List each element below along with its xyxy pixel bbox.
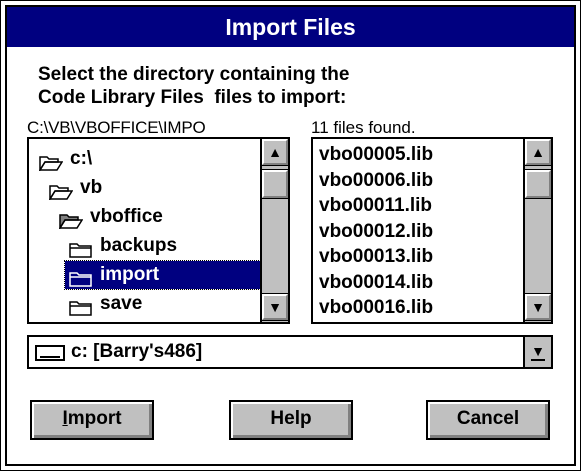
directory-item-label: c:\ [70, 148, 93, 169]
cancel-button-label: Cancel [456, 408, 520, 429]
directory-item[interactable]: c:\ [35, 145, 235, 173]
directory-scrollbar[interactable]: ▲ ▼ [260, 139, 288, 322]
directory-scroll-up-button[interactable]: ▲ [261, 139, 288, 166]
help-button-label: Help [270, 408, 312, 429]
directory-item[interactable]: backups [65, 232, 265, 260]
file-listbox[interactable]: vbo00005.lib vbo00006.lib vbo00011.lib vbo0… [311, 137, 553, 324]
directory-item-label: backups [100, 235, 178, 256]
open-folder-shaded-icon [58, 210, 84, 231]
directory-item[interactable]: vboffice [55, 203, 255, 231]
file-item[interactable]: vbo00011.lib [319, 193, 432, 218]
instruction-text: Select the directory containing the Code… [38, 63, 518, 109]
file-item[interactable]: vbo00016.lib [319, 295, 433, 320]
drive-select-value: c: [Barry's486] [71, 341, 203, 362]
file-scrollbar[interactable]: ▲ ▼ [523, 139, 551, 322]
arrow-up-icon: ▲ [268, 144, 282, 160]
file-item[interactable]: vbo00012.lib [319, 219, 433, 244]
import-button-label: mport [67, 408, 122, 429]
file-item[interactable]: vbo00014.lib [319, 270, 433, 295]
arrow-up-icon: ▲ [531, 144, 545, 160]
directory-scroll-thumb[interactable] [261, 169, 288, 199]
arrow-down-icon: ▼ [268, 299, 282, 315]
closed-folder-icon [69, 268, 93, 287]
drive-select[interactable]: c: [Barry's486] ▼ [27, 335, 553, 369]
file-item[interactable]: vbo00013.lib [319, 244, 433, 269]
directory-item-label: import [100, 264, 160, 285]
file-item[interactable]: vbo00005.lib [319, 142, 433, 167]
closed-folder-icon [69, 297, 93, 316]
file-scroll-down-button[interactable]: ▼ [524, 293, 551, 321]
directory-item-label: vboffice [90, 206, 163, 227]
directory-item-label: vb [80, 177, 103, 198]
file-scroll-up-button[interactable]: ▲ [524, 139, 551, 166]
open-folder-icon [48, 181, 74, 202]
drive-dropdown-button[interactable]: ▼ [523, 337, 551, 367]
instruction-line-1: Select the directory containing the [38, 64, 350, 85]
cancel-button[interactable]: Cancel [426, 400, 550, 440]
dialog-title: Import Files [7, 7, 574, 47]
arrow-down-icon: ▼ [531, 299, 545, 315]
chevron-down-icon: ▼ [531, 343, 545, 361]
current-path-label: C:\VB\VBOFFICE\IMPO [27, 118, 206, 137]
instruction-line-2: Code Library Files files to import: [38, 87, 347, 108]
import-button[interactable]: Import [30, 400, 154, 440]
file-scroll-thumb[interactable] [524, 169, 551, 199]
directory-item[interactable]: save [65, 290, 265, 318]
directory-item-label: save [100, 293, 143, 314]
help-button[interactable]: Help [229, 400, 353, 440]
drive-icon [35, 345, 65, 361]
directory-scroll-down-button[interactable]: ▼ [261, 293, 288, 321]
directory-listbox[interactable]: c:\ vb vboffice backups import save ▲ ▼ [27, 137, 290, 324]
closed-folder-icon [69, 239, 93, 258]
open-folder-icon [38, 152, 64, 173]
directory-item[interactable]: vb [45, 174, 245, 202]
file-item[interactable]: vbo00006.lib [319, 168, 433, 193]
files-found-label: 11 files found. [311, 118, 416, 137]
directory-item[interactable]: import [64, 260, 263, 290]
